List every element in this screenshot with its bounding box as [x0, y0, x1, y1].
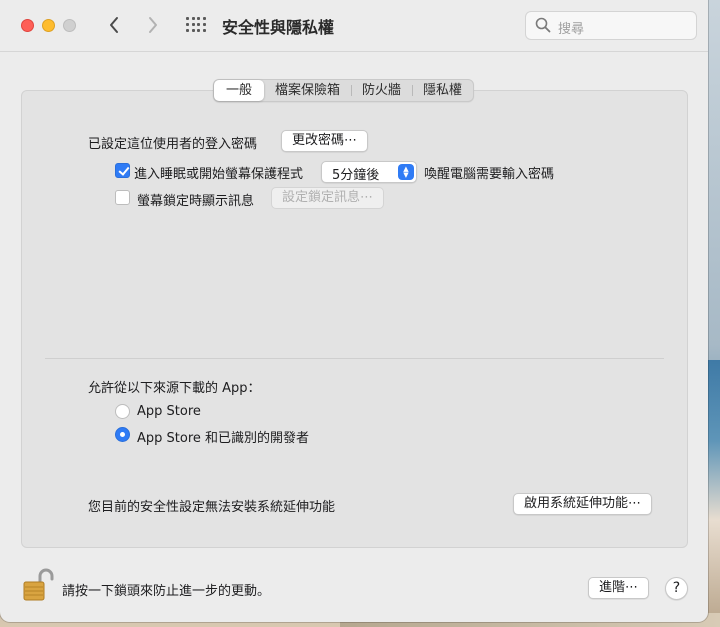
content-panel — [21, 90, 688, 548]
desktop-wallpaper — [708, 360, 720, 627]
tab-filevault[interactable]: 檔案保險箱 — [264, 80, 351, 101]
search-field[interactable]: 搜尋 — [525, 11, 697, 40]
tab-privacy[interactable]: 隱私權 — [412, 80, 473, 101]
download-sources-heading: 允許從以下來源下載的 App： — [88, 381, 261, 396]
popup-arrows-icon: ▲ ▼ — [398, 164, 414, 180]
back-button[interactable] — [102, 12, 126, 38]
radio-app-store-identified[interactable] — [115, 427, 130, 442]
require-password-checkbox[interactable] — [115, 163, 130, 178]
unlocked-padlock-icon[interactable] — [20, 566, 56, 602]
change-password-button[interactable]: 更改密碼⋯ — [281, 130, 369, 152]
close-button[interactable] — [21, 19, 34, 32]
require-password-label: 進入睡眠或開始螢幕保護程式 — [134, 167, 304, 182]
show-all-grid-icon[interactable] — [186, 17, 206, 34]
lock-message: 請按一下鎖頭來防止進一步的更動。 — [62, 584, 271, 599]
password-delay-popup[interactable]: 5分鐘後 ▲ ▼ — [321, 161, 417, 183]
extensions-message: 您目前的安全性設定無法安裝系統延伸功能 — [88, 500, 336, 515]
show-message-checkbox[interactable] — [115, 190, 130, 205]
minimize-button[interactable] — [42, 19, 55, 32]
section-divider — [45, 358, 664, 359]
chevron-right-icon — [149, 17, 157, 33]
enable-extensions-button[interactable]: 啟用系統延伸功能⋯ — [513, 493, 653, 515]
radio-app-store-identified-label: App Store 和已識別的開發者 — [137, 431, 310, 446]
search-icon — [535, 17, 551, 33]
help-button[interactable]: ? — [665, 577, 688, 600]
advanced-button[interactable]: 進階⋯ — [588, 577, 650, 599]
zoom-button[interactable] — [63, 19, 76, 32]
tab-firewall[interactable]: 防火牆 — [351, 80, 412, 101]
require-password-suffix: 喚醒電腦需要輸入密碼 — [424, 167, 555, 182]
radio-app-store[interactable] — [115, 404, 130, 419]
window-title: 安全性與隱私權 — [222, 18, 335, 37]
chevron-left-icon — [110, 17, 118, 33]
forward-button[interactable] — [141, 12, 165, 38]
tab-general[interactable]: 一般 — [214, 80, 265, 101]
search-placeholder: 搜尋 — [558, 22, 585, 37]
password-delay-value: 5分鐘後 — [332, 168, 380, 183]
toolbar: 安全性與隱私權 搜尋 — [0, 0, 708, 52]
preferences-window: 安全性與隱私權 搜尋 一般 檔案保險箱 防火牆 隱私權 已設定這位使用者的登入密… — [0, 0, 708, 622]
tab-bar: 一般 檔案保險箱 防火牆 隱私權 — [213, 79, 475, 102]
radio-app-store-label: App Store — [137, 404, 201, 419]
set-lock-message-button[interactable]: 設定鎖定訊息⋯ — [271, 187, 385, 209]
password-status-label: 已設定這位使用者的登入密碼 — [88, 137, 258, 152]
show-message-label: 螢幕鎖定時顯示訊息 — [137, 194, 255, 209]
